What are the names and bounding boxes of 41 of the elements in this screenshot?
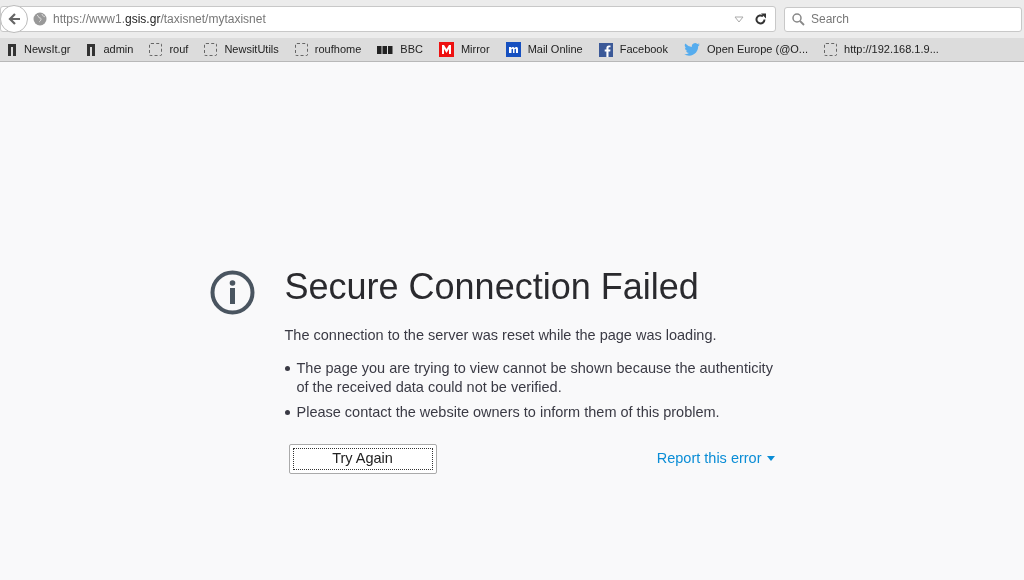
report-error-link[interactable]: Report this error xyxy=(656,447,762,470)
blank-page-icon xyxy=(204,43,218,56)
search-field[interactable]: Search xyxy=(784,6,1022,32)
search-icon xyxy=(792,12,805,26)
bookmark-item[interactable]: rouf xyxy=(169,41,189,58)
globe-icon xyxy=(33,12,47,26)
try-again-button[interactable]: Try Again xyxy=(288,443,437,474)
bookmark-item[interactable]: Open Europe (@O... xyxy=(707,41,809,58)
back-button[interactable] xyxy=(0,5,28,33)
m-logo-icon xyxy=(438,42,454,57)
bookmark-item[interactable]: Mail Online xyxy=(527,41,583,58)
bookmark-item[interactable]: BBC xyxy=(400,41,423,58)
back-arrow-icon xyxy=(7,12,21,26)
m-logo-icon xyxy=(505,42,521,57)
caret-icon xyxy=(766,456,775,462)
bookmark-item[interactable]: Mirror xyxy=(460,41,490,58)
bird-icon xyxy=(684,43,700,56)
blank-page-icon xyxy=(824,43,838,56)
blank-page-icon xyxy=(149,43,163,56)
error-bullet-text: The page you are trying to view cannot be shown because the authenticity of the received data could not be verified. xyxy=(296,358,774,397)
url-text: https://www1.gsis.gr/taxisnet/mytaxisnet xyxy=(53,11,266,28)
bullet-icon xyxy=(284,365,290,371)
error-description: The connection to the server was reset while the page was loading. xyxy=(284,326,718,345)
bookmark-item[interactable]: roufhome xyxy=(314,41,362,58)
reload-icon[interactable] xyxy=(754,12,767,26)
error-bullet-text: Please contact the website owners to inform them of this problem. xyxy=(296,402,720,422)
bookmark-icon xyxy=(7,42,17,57)
bookmark-item[interactable]: NewsIt.gr xyxy=(24,41,71,58)
bookmark-icon xyxy=(86,42,97,57)
bookmark-item[interactable]: http://192.168.1.9... xyxy=(844,41,939,58)
error-title: Secure Connection Failed xyxy=(284,266,700,308)
bookmark-item[interactable]: NewsitUtils xyxy=(224,41,279,58)
blank-page-icon xyxy=(294,43,308,56)
url-bar[interactable]: https://www1.gsis.gr/taxisnet/mytaxisnet xyxy=(0,6,776,32)
search-input[interactable]: Search xyxy=(811,10,1021,28)
bullet-icon xyxy=(284,409,290,415)
info-icon xyxy=(209,270,255,315)
blocks-icon xyxy=(377,45,394,54)
bookmark-item[interactable]: admin xyxy=(103,41,134,58)
facebook-icon xyxy=(598,42,613,57)
bookmark-item[interactable]: Facebook xyxy=(619,41,668,58)
